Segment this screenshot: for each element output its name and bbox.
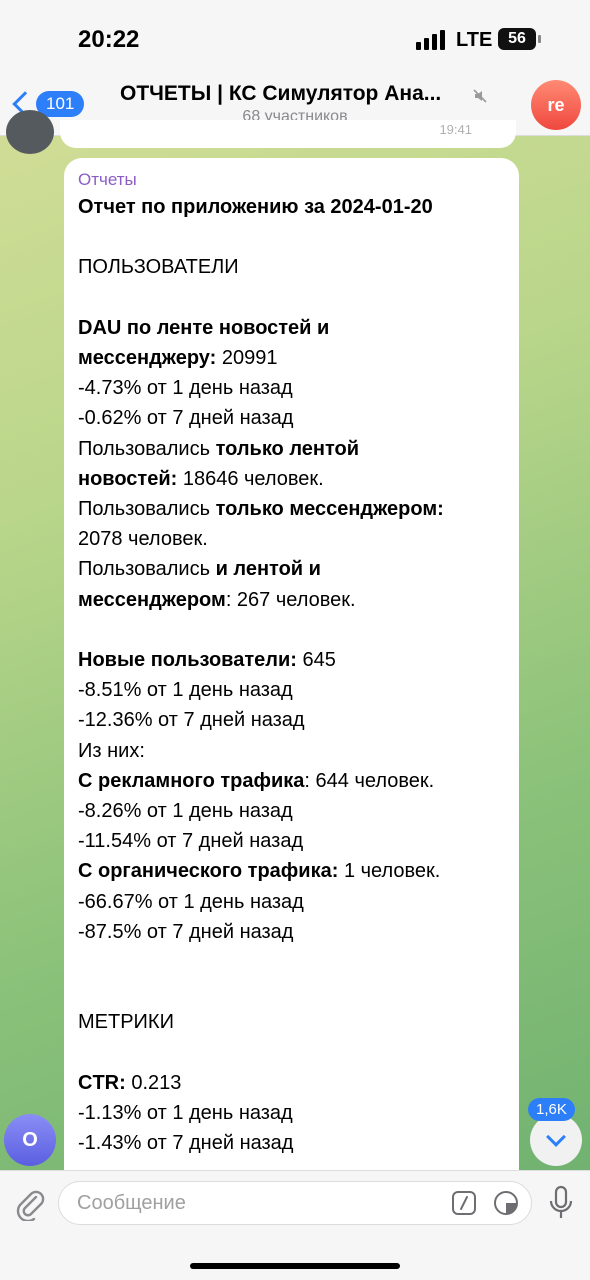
dau-change-7d: -0.62% от 7 дней назад <box>78 407 294 430</box>
dau-label-cont: мессенджеру: <box>78 346 217 369</box>
ads-change-7d: -11.54% от 7 дней назад <box>78 830 304 853</box>
battery-icon: 56 <box>498 28 536 50</box>
message-input-bar <box>0 1170 590 1280</box>
organic-traffic-label: С органического трафика: <box>78 860 339 883</box>
scroll-down-button[interactable] <box>530 1114 582 1166</box>
message-text: Отчет по приложению за 2024-01-20 ПОЛЬЗО… <box>78 192 505 1158</box>
ads-change-1d: -8.26% от 1 день назад <box>78 800 293 823</box>
chat-avatar[interactable]: re <box>531 80 581 130</box>
paperclip-icon[interactable] <box>12 1183 46 1221</box>
message-field[interactable] <box>58 1181 532 1225</box>
sticker-icon[interactable] <box>493 1190 519 1216</box>
organic-change-1d: -66.67% от 1 день назад <box>78 890 304 913</box>
used-prefix: Пользовались <box>78 437 216 460</box>
ctr-change-1d: -1.13% от 1 день назад <box>78 1102 293 1124</box>
dau-change-1d: -4.73% от 1 день назад <box>78 377 293 400</box>
report-title: Отчет по приложению за 2024-01-20 <box>78 196 433 218</box>
status-bar: 20:22 LTE 56 <box>0 0 590 78</box>
network-type: LTE <box>456 29 493 51</box>
ctr-value: 0.213 <box>125 1071 182 1094</box>
ctr-change-7d: -1.43% от 7 дней назад <box>78 1132 294 1155</box>
new-users-label: Новые пользователи: <box>78 649 297 671</box>
used-prefix: Пользовались <box>78 498 216 520</box>
message-sender[interactable]: Отчеты <box>78 170 505 190</box>
chevron-down-icon <box>546 1127 566 1147</box>
microphone-icon[interactable] <box>548 1185 574 1221</box>
status-time: 20:22 <box>78 26 140 53</box>
battery-tip <box>538 35 541 43</box>
mute-icon <box>473 89 487 103</box>
users-heading: ПОЛЬЗОВАТЕЛИ <box>78 256 239 279</box>
previous-message-bubble: 19:41 <box>60 120 516 148</box>
of-them-label: Из них: <box>78 739 145 762</box>
signal-icon <box>416 30 448 50</box>
ctr-label: CTR: <box>78 1071 126 1094</box>
new-users-value: 645 <box>296 649 336 671</box>
used-prefix: Пользовались <box>78 558 216 581</box>
unread-messages-badge: 1,6K <box>528 1098 575 1121</box>
message-time: 19:41 <box>439 122 472 137</box>
metrics-heading: МЕТРИКИ <box>78 1011 174 1034</box>
dau-value: 20991 <box>216 346 278 369</box>
ads-traffic-value: : 644 человек. <box>304 769 435 792</box>
ads-traffic-label: С рекламного трафика <box>78 769 305 792</box>
dau-label: DAU по ленте новостей и <box>78 316 330 339</box>
new-change-7d: -12.36% от 7 дней назад <box>78 709 305 732</box>
message-input[interactable] <box>77 1192 437 1215</box>
bot-commands-icon[interactable] <box>451 1190 477 1216</box>
chat-title[interactable]: ОТЧЕТЫ | КС Симулятор Ана... <box>120 82 441 106</box>
sender-avatar[interactable] <box>6 110 54 154</box>
sender-avatar-o[interactable]: O <box>4 1114 56 1166</box>
messenger-only-value: 2078 человек. <box>78 528 208 551</box>
both-label: и лентой и <box>215 558 321 581</box>
feed-only-value: 18646 человек. <box>177 467 324 490</box>
feed-only-label: только лентой <box>215 437 360 460</box>
organic-change-7d: -87.5% от 7 дней назад <box>78 920 294 943</box>
both-label-cont: мессенджером <box>78 588 226 611</box>
messenger-only-label: только мессенджером: <box>215 498 444 520</box>
message-bubble[interactable]: Отчеты Отчет по приложению за 2024-01-20… <box>64 158 519 1178</box>
new-change-1d: -8.51% от 1 день назад <box>78 679 293 702</box>
home-indicator <box>190 1263 400 1269</box>
feed-only-label-cont: новостей: <box>78 467 178 490</box>
both-value: : 267 человек. <box>225 588 356 611</box>
organic-traffic-value: 1 человек. <box>338 860 441 883</box>
